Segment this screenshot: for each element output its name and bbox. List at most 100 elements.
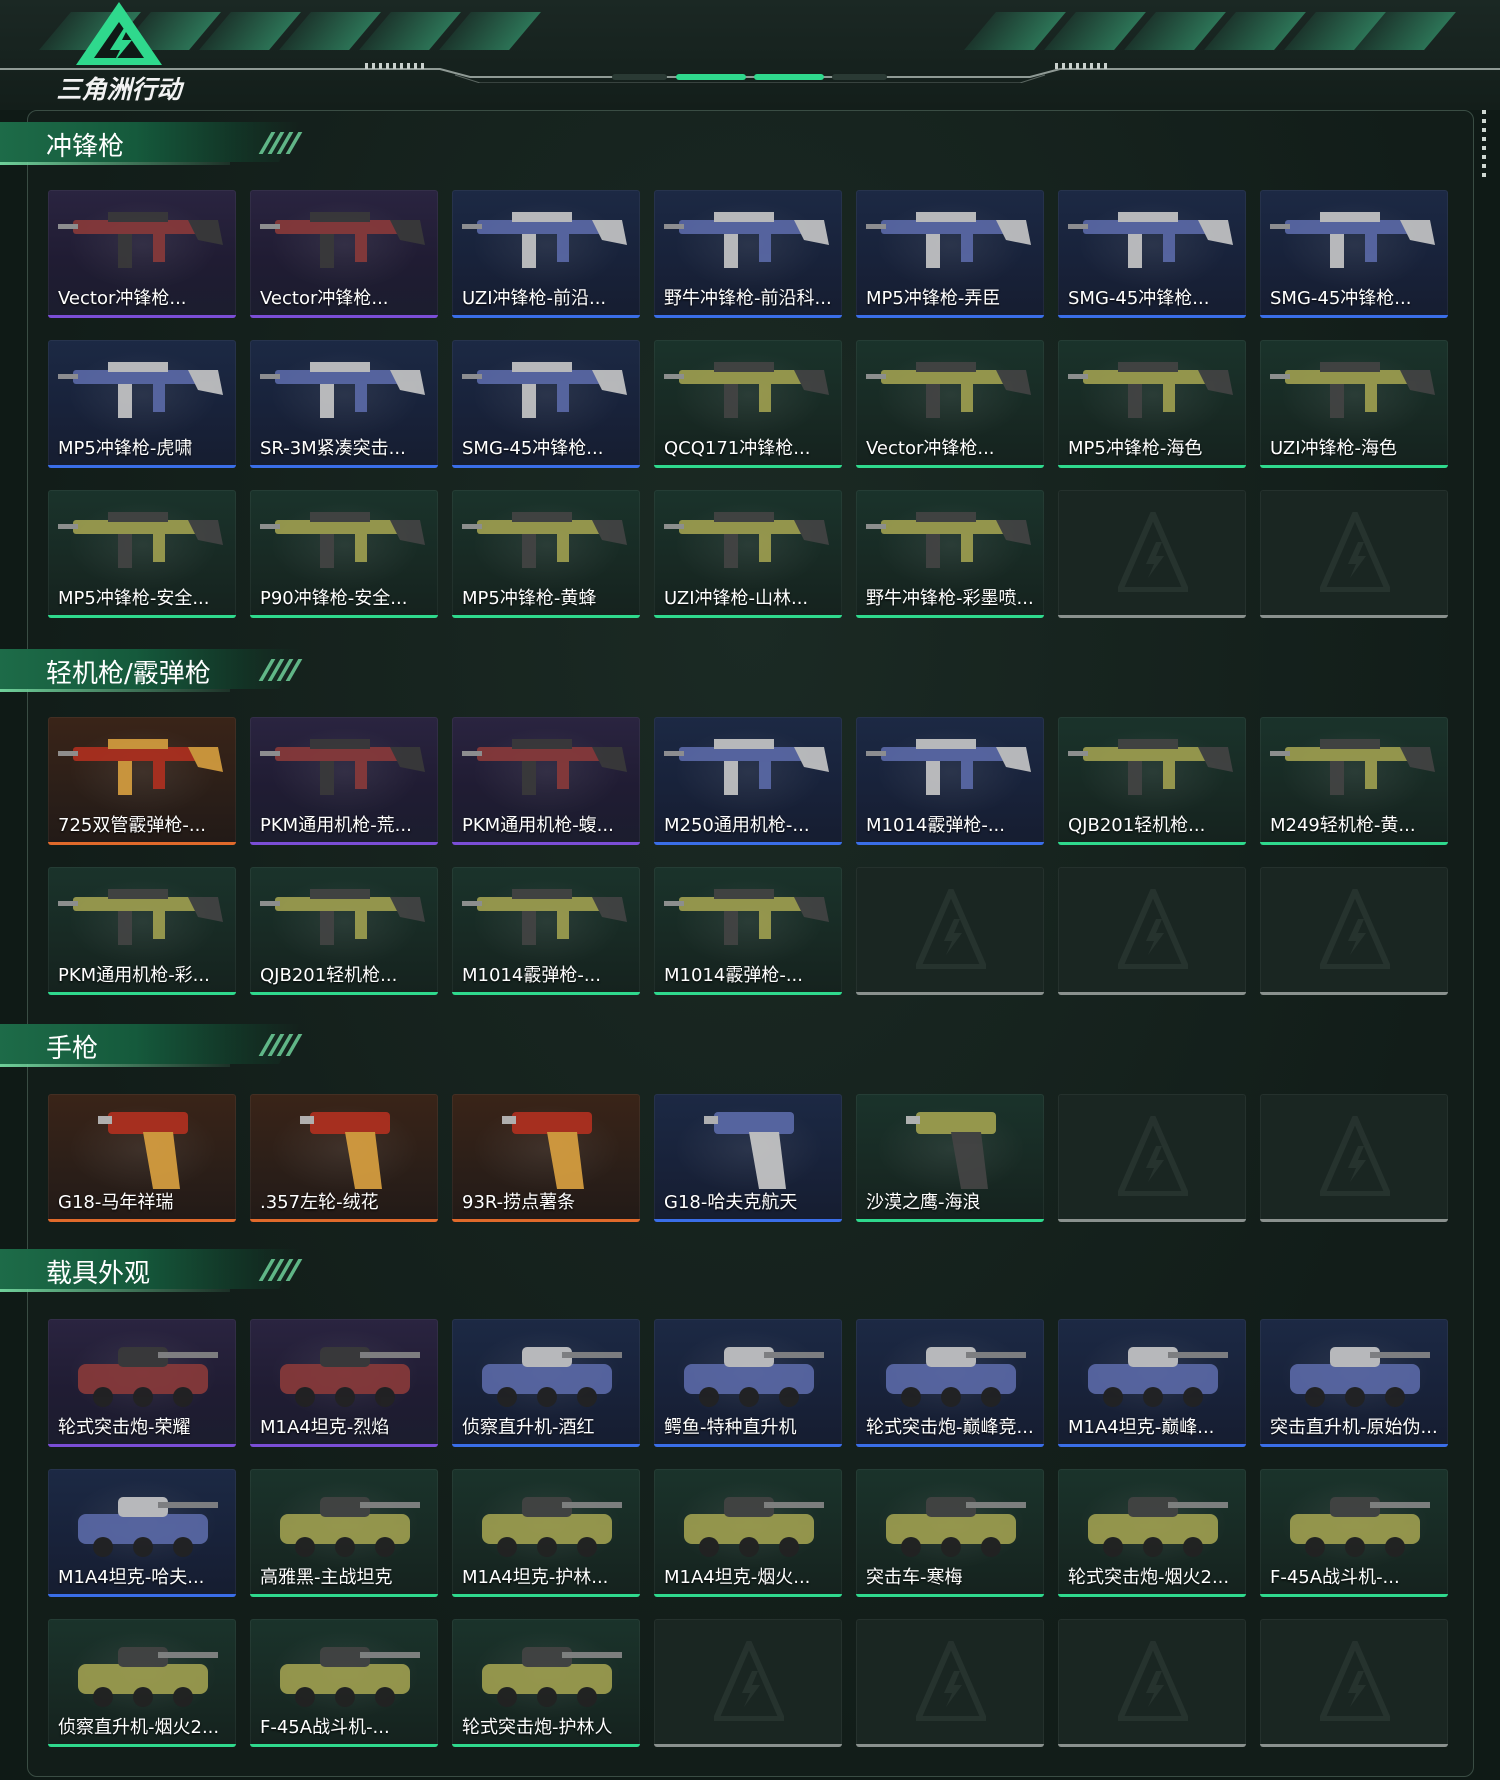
skin-card[interactable]: G18-哈夫克航天 [654, 1094, 842, 1222]
skin-card[interactable]: G18-马年祥瑞 [48, 1094, 236, 1222]
skin-card[interactable]: SR-3M紧凑突击... [250, 340, 438, 468]
rarity-bar [48, 1219, 236, 1222]
skin-card[interactable]: SMG-45冲锋枪... [1260, 190, 1448, 318]
skin-card[interactable]: M1A4坦克-巅峰... [1058, 1319, 1246, 1447]
logo-text: 三角洲行动 [56, 75, 182, 104]
skin-card[interactable]: 93R-捞点薯条 [452, 1094, 640, 1222]
skin-card[interactable]: 鳄鱼-特种直升机 [654, 1319, 842, 1447]
header-frame-line [0, 63, 1500, 83]
item-name: 725双管霰弹枪-... [58, 815, 207, 836]
skin-card[interactable]: Vector冲锋枪... [250, 190, 438, 318]
skin-card[interactable]: 突击直升机-原始伪... [1260, 1319, 1448, 1447]
rarity-bar [1058, 1219, 1246, 1222]
scrollbar[interactable] [1482, 110, 1486, 180]
skin-card[interactable]: QJB201轻机枪... [1058, 717, 1246, 845]
item-name: QJB201轻机枪... [260, 965, 398, 986]
item-name: Vector冲锋枪... [866, 438, 995, 459]
rarity-bar [856, 992, 1044, 995]
skin-card[interactable]: QCQ171冲锋枪... [654, 340, 842, 468]
skin-card[interactable]: MP5冲锋枪-海色 [1058, 340, 1246, 468]
item-name: 突击车-寒梅 [866, 1567, 963, 1588]
skin-card[interactable]: MP5冲锋枪-弄臣 [856, 190, 1044, 318]
skin-card[interactable]: 高雅黑-主战坦克 [250, 1469, 438, 1597]
rarity-bar [1260, 992, 1448, 995]
section-header-underline [0, 1064, 230, 1067]
skin-card[interactable]: F-45A战斗机-... [1260, 1469, 1448, 1597]
skin-card[interactable]: 轮式突击炮-护林人 [452, 1619, 640, 1747]
skin-card[interactable]: 侦察直升机-烟火2... [48, 1619, 236, 1747]
section-header: 手枪 [0, 1020, 330, 1070]
rarity-bar [452, 1594, 640, 1597]
rarity-bar [250, 315, 438, 318]
skin-card[interactable]: F-45A战斗机-... [250, 1619, 438, 1747]
item-name: MP5冲锋枪-弄臣 [866, 288, 1001, 309]
skin-card[interactable]: QJB201轻机枪... [250, 867, 438, 995]
rarity-bar [1058, 1744, 1246, 1747]
skin-card[interactable]: 野牛冲锋枪-前沿科... [654, 190, 842, 318]
empty-slot [1260, 490, 1448, 618]
skin-card[interactable]: 轮式突击炮-荣耀 [48, 1319, 236, 1447]
page-indicator-3[interactable] [754, 74, 824, 80]
skin-card[interactable]: .357左轮-绒花 [250, 1094, 438, 1222]
section-title: 载具外观 [46, 1259, 151, 1289]
rarity-bar [48, 615, 236, 618]
item-name: G18-哈夫克航天 [664, 1192, 798, 1213]
skin-card[interactable]: UZI冲锋枪-山林... [654, 490, 842, 618]
rarity-bar [654, 992, 842, 995]
item-name: M1A4坦克-烈焰 [260, 1417, 390, 1438]
skin-card[interactable]: Vector冲锋枪... [48, 190, 236, 318]
section-title: 手枪 [46, 1034, 99, 1064]
rarity-bar [856, 1744, 1044, 1747]
rarity-bar [856, 315, 1044, 318]
section-header-slashes-icon [258, 1259, 315, 1281]
item-name: 沙漠之鹰-海浪 [866, 1192, 981, 1213]
rarity-bar [452, 1444, 640, 1447]
rarity-bar [1260, 1219, 1448, 1222]
skin-card[interactable]: M1A4坦克-护林... [452, 1469, 640, 1597]
rarity-bar [452, 315, 640, 318]
skin-card[interactable]: M1014霰弹枪-... [452, 867, 640, 995]
skin-card[interactable]: P90冲锋枪-安全... [250, 490, 438, 618]
skin-card[interactable]: MP5冲锋枪-安全... [48, 490, 236, 618]
rarity-bar [250, 1219, 438, 1222]
item-name: M1A4坦克-烟火... [664, 1567, 811, 1588]
item-name: 鳄鱼-特种直升机 [664, 1417, 797, 1438]
skin-card[interactable]: MP5冲锋枪-黄蜂 [452, 490, 640, 618]
skin-card[interactable]: MP5冲锋枪-虎啸 [48, 340, 236, 468]
skin-card[interactable]: 野牛冲锋枪-彩墨喷... [856, 490, 1044, 618]
placeholder-logo-icon [1320, 889, 1390, 969]
page-indicator-1[interactable] [612, 74, 667, 80]
skin-card[interactable]: M250通用机枪-... [654, 717, 842, 845]
skin-card[interactable]: SMG-45冲锋枪... [452, 340, 640, 468]
skin-card[interactable]: M1A4坦克-烈焰 [250, 1319, 438, 1447]
skin-card[interactable]: 突击车-寒梅 [856, 1469, 1044, 1597]
skin-card[interactable]: 沙漠之鹰-海浪 [856, 1094, 1044, 1222]
skin-card[interactable]: PKM通用机枪-蝮... [452, 717, 640, 845]
rarity-bar [856, 1444, 1044, 1447]
rarity-bar [1260, 842, 1448, 845]
skin-card[interactable]: M1014霰弹枪-... [856, 717, 1044, 845]
rarity-bar [654, 1594, 842, 1597]
skin-card[interactable]: PKM通用机枪-荒... [250, 717, 438, 845]
page-indicator-2[interactable] [676, 74, 746, 80]
skin-card[interactable]: UZI冲锋枪-海色 [1260, 340, 1448, 468]
item-name: M1A4坦克-巅峰... [1068, 1417, 1215, 1438]
skin-card[interactable]: SMG-45冲锋枪... [1058, 190, 1246, 318]
skin-card[interactable]: M1014霰弹枪-... [654, 867, 842, 995]
skin-card[interactable]: 轮式突击炮-巅峰竞... [856, 1319, 1044, 1447]
item-name: QJB201轻机枪... [1068, 815, 1206, 836]
skin-card[interactable]: PKM通用机枪-彩... [48, 867, 236, 995]
skin-card[interactable]: 轮式突击炮-烟火2... [1058, 1469, 1246, 1597]
item-name: UZI冲锋枪-海色 [1270, 438, 1397, 459]
page-indicator-4[interactable] [832, 74, 887, 80]
skin-card[interactable]: M249轻机枪-黄... [1260, 717, 1448, 845]
skin-card[interactable]: UZI冲锋枪-前沿... [452, 190, 640, 318]
rarity-bar [48, 1594, 236, 1597]
empty-slot [1058, 490, 1246, 618]
skin-card[interactable]: M1A4坦克-烟火... [654, 1469, 842, 1597]
rarity-bar [1260, 315, 1448, 318]
skin-card[interactable]: Vector冲锋枪... [856, 340, 1044, 468]
skin-card[interactable]: M1A4坦克-哈夫... [48, 1469, 236, 1597]
skin-card[interactable]: 725双管霰弹枪-... [48, 717, 236, 845]
skin-card[interactable]: 侦察直升机-酒红 [452, 1319, 640, 1447]
